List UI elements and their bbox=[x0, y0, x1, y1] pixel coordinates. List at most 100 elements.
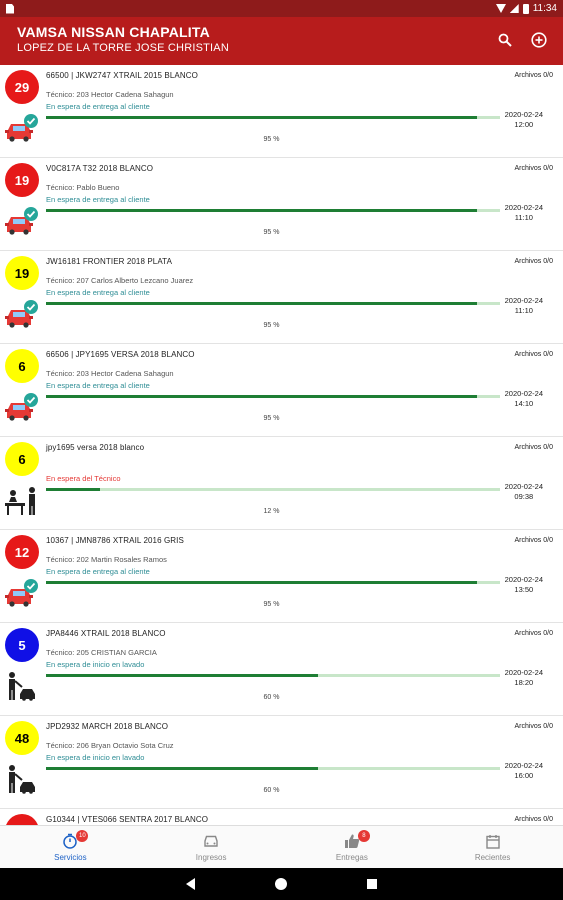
days-badge: 48 bbox=[5, 721, 39, 755]
date-label: 2020-02-24 bbox=[504, 761, 543, 770]
time-label: 13:50 bbox=[514, 585, 534, 594]
date-time: 2020-02-24 12:00 bbox=[505, 110, 543, 130]
date-time: 2020-02-24 11:10 bbox=[505, 296, 543, 316]
home-icon[interactable] bbox=[275, 878, 287, 890]
files-count: Archivos 0/0 bbox=[514, 630, 553, 637]
files-count: Archivos 0/0 bbox=[514, 816, 553, 823]
time-label: 14:10 bbox=[514, 399, 534, 408]
progress-percent: 60 % bbox=[263, 787, 280, 794]
vehicle-label: 66500 | JKW2747 XTRAIL 2015 BLANCO bbox=[46, 71, 198, 80]
days-badge: 6 bbox=[5, 349, 39, 383]
recents-icon[interactable] bbox=[367, 879, 377, 889]
bottom-nav: 10 Servicios Ingresos 8 Entregas Recient… bbox=[0, 825, 563, 868]
progress-percent: 60 % bbox=[263, 694, 280, 701]
status-text: En espera del Técnico bbox=[46, 474, 121, 483]
progress-bar bbox=[46, 674, 500, 677]
progress-fill bbox=[46, 674, 319, 677]
progress-bar bbox=[46, 488, 500, 491]
service-row[interactable]: 5 JPA8446 XTRAIL 2018 BLANCO Archivos 0/0 T… bbox=[0, 623, 563, 716]
nav-badge: 10 bbox=[76, 830, 89, 842]
files-count: Archivos 0/0 bbox=[514, 537, 553, 544]
technician-label: Técnico: 206 Bryan Octavio Sota Cruz bbox=[46, 741, 174, 750]
add-circle-icon[interactable] bbox=[529, 30, 549, 50]
technician-label: Técnico: 202 Martin Rosales Ramos bbox=[46, 555, 167, 564]
files-count: Archivos 0/0 bbox=[514, 723, 553, 730]
app-title: VAMSA NISSAN CHAPALITA bbox=[17, 24, 210, 40]
technician-label: Técnico: Pablo Bueno bbox=[46, 183, 120, 192]
date-time: 2020-02-24 18:20 bbox=[505, 668, 543, 688]
technician-label: Técnico: 203 Hector Cadena Sahagun bbox=[46, 90, 174, 99]
tab-label: Ingresos bbox=[195, 853, 227, 862]
date-time: 2020-02-24 14:10 bbox=[505, 389, 543, 409]
status-text: En espera de entrega al cliente bbox=[46, 195, 150, 204]
service-row[interactable]: 6 jpy1695 versa 2018 blanco Archivos 0/0 En… bbox=[0, 437, 563, 530]
days-badge: 19 bbox=[5, 256, 39, 290]
progress-fill bbox=[46, 302, 478, 305]
progress-percent: 95 % bbox=[263, 136, 280, 143]
tab-label: Recientes bbox=[474, 853, 511, 862]
calendar-icon bbox=[484, 832, 502, 850]
status-text: En espera de inicio en lavado bbox=[46, 660, 145, 669]
progress-bar bbox=[46, 209, 500, 212]
progress-percent: 95 % bbox=[263, 322, 280, 329]
days-badge: 6 bbox=[5, 442, 39, 476]
vehicle-label: 66506 | JPY1695 VERSA 2018 BLANCO bbox=[46, 350, 195, 359]
sim-card-icon bbox=[6, 3, 14, 14]
progress-fill bbox=[46, 767, 319, 770]
search-icon[interactable] bbox=[495, 30, 515, 50]
time-label: 16:00 bbox=[514, 771, 534, 780]
wifi-icon bbox=[495, 4, 506, 13]
vehicle-label: 10367 | JMN8786 XTRAIL 2016 GRIS bbox=[46, 536, 184, 545]
tab-ingresos[interactable]: Ingresos bbox=[141, 826, 282, 868]
progress-bar bbox=[46, 116, 500, 119]
files-count: Archivos 0/0 bbox=[514, 351, 553, 358]
progress-fill bbox=[46, 209, 478, 212]
tab-recientes[interactable]: Recientes bbox=[422, 826, 563, 868]
status-bar: 11:34 bbox=[0, 0, 563, 17]
progress-bar bbox=[46, 302, 500, 305]
date-label: 2020-02-24 bbox=[504, 389, 543, 398]
progress-bar bbox=[46, 581, 500, 584]
service-row[interactable]: 48 JPD2932 MARCH 2018 BLANCO Archivos 0/0 T… bbox=[0, 716, 563, 809]
time-label: 18:20 bbox=[514, 678, 534, 687]
back-icon[interactable] bbox=[186, 878, 195, 890]
signal-icon bbox=[509, 4, 519, 13]
vehicle-label: jpy1695 versa 2018 blanco bbox=[46, 443, 145, 452]
progress-bar bbox=[46, 767, 500, 770]
nav-badge: 8 bbox=[357, 830, 370, 842]
service-row[interactable]: 19 V0C817A T32 2018 BLANCO Archivos 0/0 Téc… bbox=[0, 158, 563, 251]
date-label: 2020-02-24 bbox=[504, 668, 543, 677]
progress-fill bbox=[46, 581, 478, 584]
files-count: Archivos 0/0 bbox=[514, 444, 553, 451]
battery-icon bbox=[522, 3, 529, 14]
days-badge: 19 bbox=[5, 163, 39, 197]
tab-entregas[interactable]: 8 Entregas bbox=[282, 826, 423, 868]
date-label: 2020-02-24 bbox=[504, 575, 543, 584]
service-row[interactable]: G10344 | VTES066 SENTRA 2017 BLANCO Archi… bbox=[0, 809, 563, 825]
progress-fill bbox=[46, 488, 101, 491]
time-label: 11:10 bbox=[514, 306, 533, 315]
days-badge bbox=[5, 814, 39, 825]
files-count: Archivos 0/0 bbox=[514, 258, 553, 265]
vehicle-label: JPA8446 XTRAIL 2018 BLANCO bbox=[46, 629, 166, 638]
service-row[interactable]: 12 10367 | JMN8786 XTRAIL 2016 GRIS Archiv… bbox=[0, 530, 563, 623]
files-count: Archivos 0/0 bbox=[514, 72, 553, 79]
service-row[interactable]: 29 66500 | JKW2747 XTRAIL 2015 BLANCO Arch… bbox=[0, 65, 563, 158]
app-bar: VAMSA NISSAN CHAPALITA LOPEZ DE LA TORRE… bbox=[0, 17, 563, 65]
status-time: 11:34 bbox=[532, 3, 557, 14]
status-text: En espera de entrega al cliente bbox=[46, 102, 150, 111]
service-row[interactable]: 6 66506 | JPY1695 VERSA 2018 BLANCO Archiv… bbox=[0, 344, 563, 437]
progress-percent: 95 % bbox=[263, 415, 280, 422]
tab-label: Entregas bbox=[335, 853, 368, 862]
date-label: 2020-02-24 bbox=[504, 482, 543, 491]
car-icon bbox=[202, 832, 220, 850]
time-label: 12:00 bbox=[514, 120, 534, 129]
days-badge: 5 bbox=[5, 628, 39, 662]
date-time: 2020-02-24 09:38 bbox=[505, 482, 543, 502]
tab-label: Servicios bbox=[54, 853, 87, 862]
service-row[interactable]: 19 JW16181 FRONTIER 2018 PLATA Archivos 0/… bbox=[0, 251, 563, 344]
service-list[interactable]: 29 66500 | JKW2747 XTRAIL 2015 BLANCO Arch… bbox=[0, 65, 563, 825]
files-count: Archivos 0/0 bbox=[514, 165, 553, 172]
tab-servicios[interactable]: 10 Servicios bbox=[0, 826, 141, 868]
date-label: 2020-02-24 bbox=[504, 110, 543, 119]
